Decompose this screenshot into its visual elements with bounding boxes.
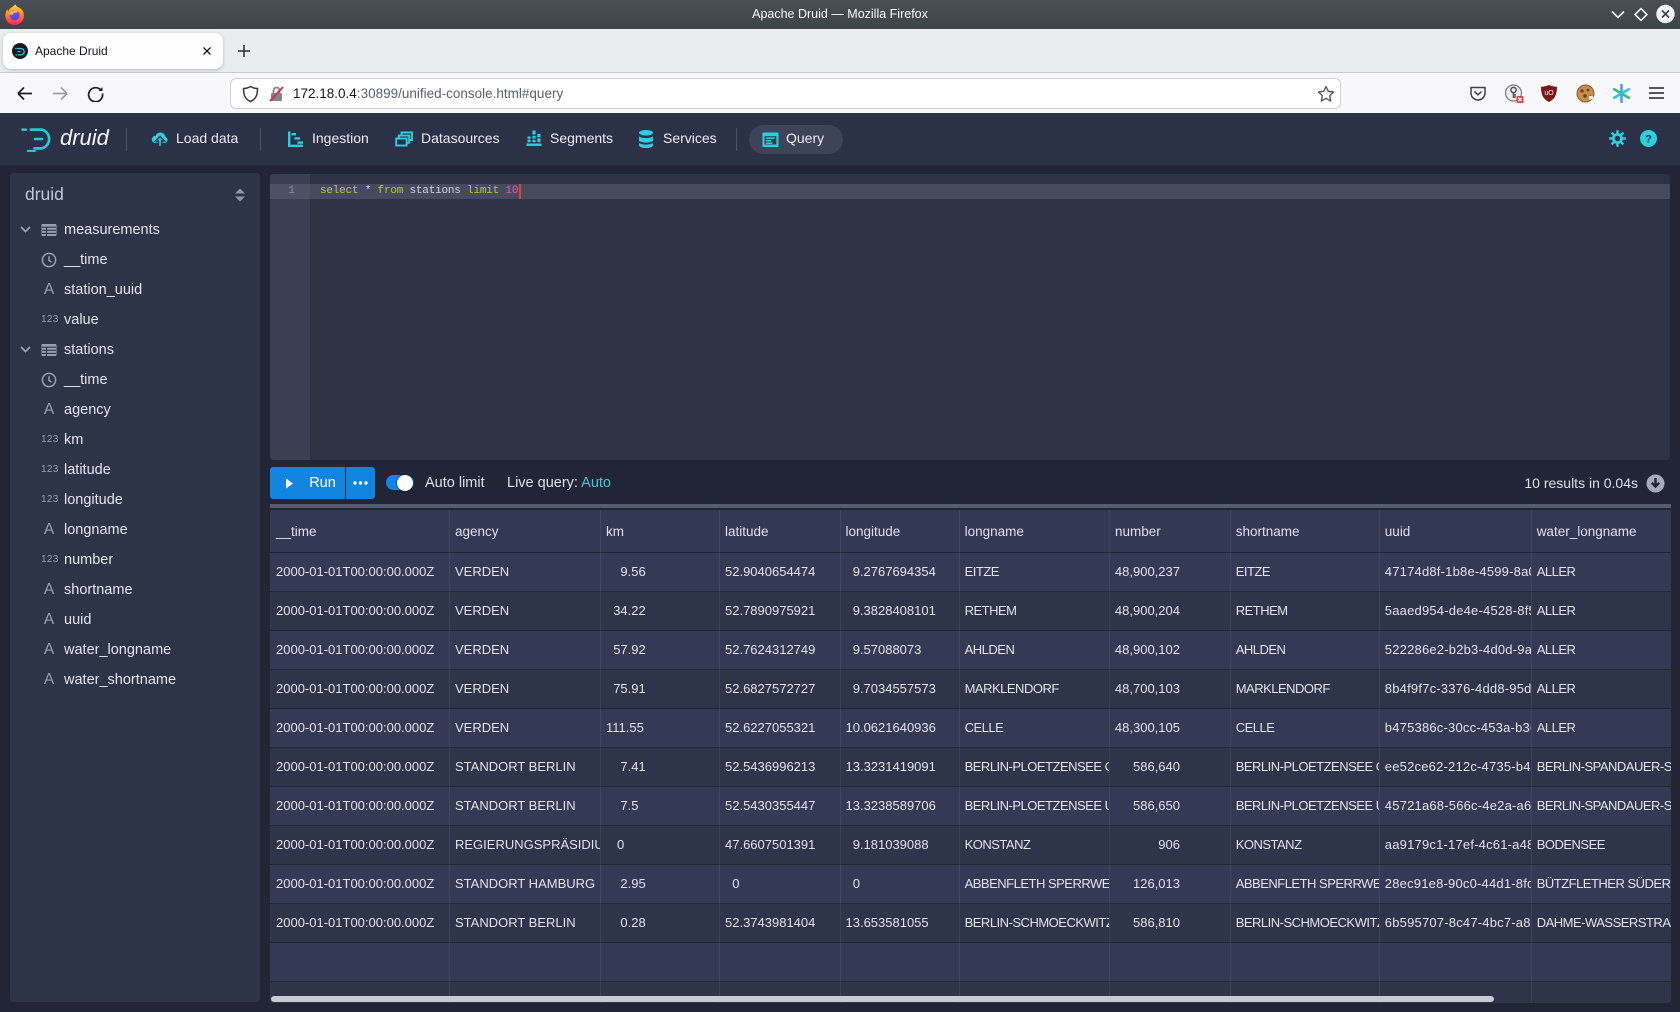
svg-text:uO: uO: [1544, 90, 1554, 97]
svg-text:?: ?: [1645, 134, 1652, 146]
